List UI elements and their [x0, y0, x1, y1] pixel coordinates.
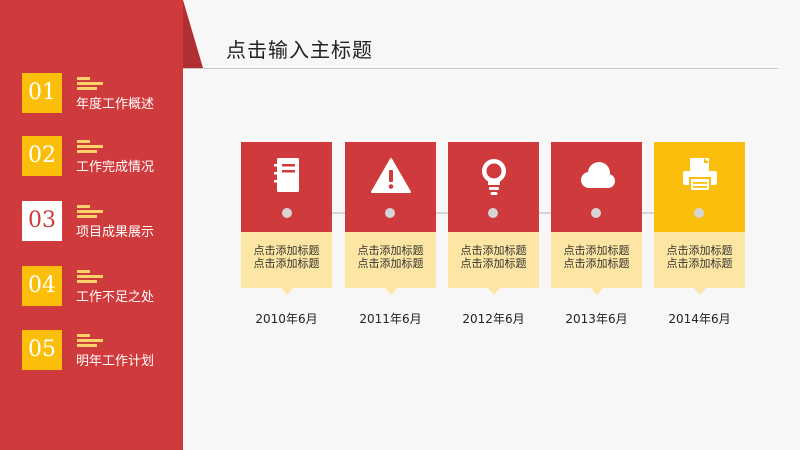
- timeline-date-5: 2014年6月: [668, 312, 731, 326]
- nav-label-1: 年度工作概述: [76, 97, 155, 112]
- timeline-dot: [591, 208, 601, 218]
- timeline-date-4: 2013年6月: [565, 312, 628, 326]
- card-text-panel: 点击添加标题 点击添加标题: [551, 232, 642, 295]
- bars-icon: [77, 270, 107, 286]
- card-icon-panel: [345, 142, 436, 232]
- nav-label-4: 工作不足之处: [76, 290, 155, 305]
- card-text-panel: 点击添加标题 点击添加标题: [448, 232, 539, 295]
- card-title-line-1[interactable]: 点击添加标题: [551, 244, 642, 257]
- title-divider: [183, 68, 778, 69]
- card-title-line-1[interactable]: 点击添加标题: [448, 244, 539, 257]
- page-title[interactable]: 点击输入主标题: [226, 34, 373, 63]
- notebook-icon: [273, 158, 299, 192]
- card-icon-panel: [551, 142, 642, 232]
- printer-icon: [682, 158, 717, 192]
- nav-item-4[interactable]: 04 工作不足之处: [22, 266, 182, 308]
- card-title-line-1[interactable]: 点击添加标题: [345, 244, 436, 257]
- card-text-panel: 点击添加标题 点击添加标题: [345, 232, 436, 295]
- timeline-date-1: 2010年6月: [255, 312, 318, 326]
- timeline-dot: [488, 208, 498, 218]
- bars-icon: [77, 140, 107, 156]
- bars-icon: [77, 77, 107, 93]
- nav-item-3[interactable]: 03 项目成果展示: [22, 201, 182, 243]
- nav-item-2[interactable]: 02 工作完成情况: [22, 136, 182, 178]
- timeline-date-2: 2011年6月: [359, 312, 422, 326]
- nav-item-1[interactable]: 01 年度工作概述: [22, 73, 182, 115]
- nav-number-3: 03: [22, 201, 62, 241]
- warning-icon: [370, 158, 411, 193]
- timeline-dot: [694, 208, 704, 218]
- nav-number-5: 05: [22, 330, 62, 370]
- card-icon-panel: [654, 142, 745, 232]
- card-title-line-2[interactable]: 点击添加标题: [654, 257, 745, 270]
- card-title-line-2[interactable]: 点击添加标题: [345, 257, 436, 270]
- card-title-line-2[interactable]: 点击添加标题: [448, 257, 539, 270]
- card-title-line-1[interactable]: 点击添加标题: [654, 244, 745, 257]
- card-title-line-2[interactable]: 点击添加标题: [551, 257, 642, 270]
- card-icon-panel: [448, 142, 539, 232]
- nav-label-5: 明年工作计划: [76, 354, 155, 369]
- card-title-line-2[interactable]: 点击添加标题: [241, 257, 332, 270]
- nav-label-2: 工作完成情况: [76, 160, 155, 175]
- lightbulb-icon: [481, 159, 506, 195]
- card-text-panel: 点击添加标题 点击添加标题: [654, 232, 745, 295]
- sidebar: 01 年度工作概述 02 工作完成情况 03 项目成果展示 04 工作不足之处 …: [0, 0, 183, 450]
- nav-number-2: 02: [22, 136, 62, 176]
- timeline-dot: [282, 208, 292, 218]
- nav-number-1: 01: [22, 73, 62, 113]
- bars-icon: [77, 334, 107, 350]
- card-title-line-1[interactable]: 点击添加标题: [241, 244, 332, 257]
- timeline-dot: [385, 208, 395, 218]
- timeline-date-3: 2012年6月: [462, 312, 525, 326]
- card-text-panel: 点击添加标题 点击添加标题: [241, 232, 332, 295]
- bars-icon: [77, 205, 107, 221]
- nav-label-3: 项目成果展示: [76, 225, 155, 240]
- cloud-icon: [580, 162, 615, 188]
- title-tab: [183, 0, 203, 68]
- card-icon-panel: [241, 142, 332, 232]
- nav-number-4: 04: [22, 266, 62, 306]
- nav-item-5[interactable]: 05 明年工作计划: [22, 330, 182, 372]
